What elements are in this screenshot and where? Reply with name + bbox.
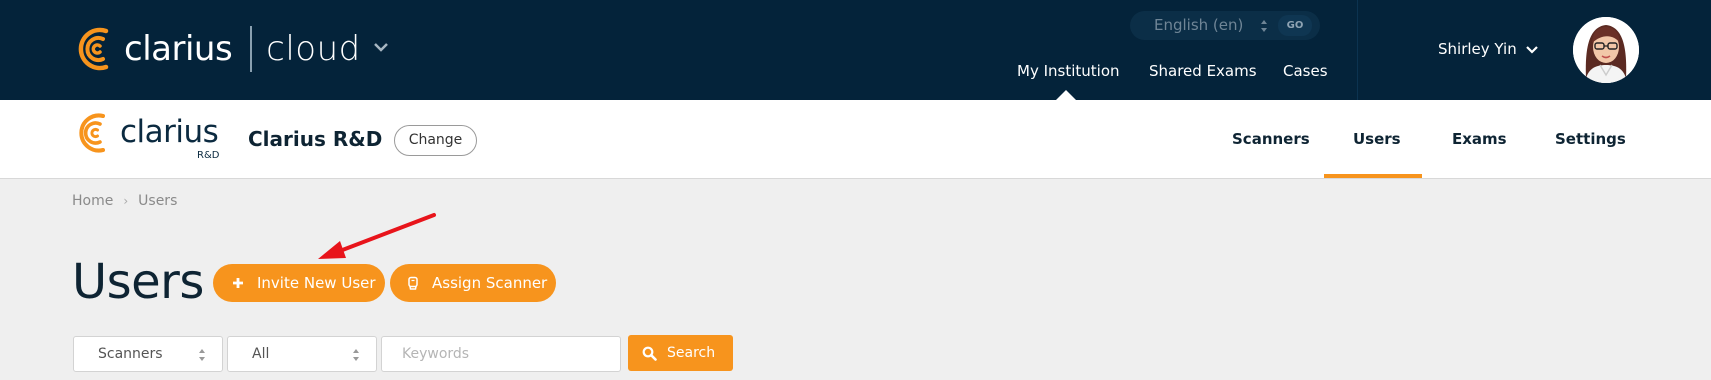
breadcrumb-chevron-icon: ›: [123, 194, 129, 208]
nav-my-institution[interactable]: My Institution: [1017, 62, 1120, 80]
type-filter-select[interactable]: Scanners: [73, 336, 223, 372]
nav-shared-exams[interactable]: Shared Exams: [1149, 62, 1257, 80]
top-navigation-bar: clarius cloud English (en) GO My Institu…: [0, 0, 1711, 100]
language-go-button[interactable]: GO: [1278, 15, 1312, 36]
assign-button-label: Assign Scanner: [432, 274, 548, 292]
logo-subtitle: R&D: [197, 150, 220, 161]
search-icon: [642, 346, 657, 361]
tab-settings[interactable]: Settings: [1555, 130, 1626, 148]
select-arrows-icon: [199, 349, 205, 361]
breadcrumb: Home › Users: [72, 193, 177, 209]
user-avatar-illustration-icon: [1573, 17, 1639, 83]
user-name: Shirley Yin: [1438, 40, 1517, 58]
search-button-label: Search: [667, 345, 716, 361]
page-title: Users: [72, 254, 204, 310]
keyword-search-input[interactable]: [381, 336, 621, 372]
tab-exams[interactable]: Exams: [1452, 130, 1507, 148]
tab-scanners[interactable]: Scanners: [1232, 130, 1310, 148]
select-arrows-icon: [1261, 20, 1267, 32]
avatar[interactable]: [1573, 17, 1639, 83]
institution-bar: clarius R&D Clarius R&D Change Scanners …: [0, 100, 1711, 179]
user-menu[interactable]: Shirley Yin: [1438, 40, 1538, 58]
nav-cases[interactable]: Cases: [1283, 62, 1328, 80]
annotation-arrow: [318, 213, 436, 259]
invite-button-label: Invite New User: [257, 274, 376, 292]
product-name: cloud: [266, 29, 361, 69]
active-tab-underline: [1324, 174, 1422, 178]
plus-icon: [233, 278, 243, 288]
tab-users[interactable]: Users: [1353, 130, 1401, 148]
logo-wordmark: clarius: [124, 29, 233, 69]
search-button[interactable]: Search: [628, 335, 733, 371]
clarius-logo-mark-icon: [78, 27, 109, 71]
change-institution-button[interactable]: Change: [394, 125, 477, 156]
clarius-logo-mark-icon: [79, 113, 105, 153]
institution-name: Clarius R&D: [248, 127, 383, 151]
logo-wordmark: clarius: [120, 114, 219, 150]
status-filter-select[interactable]: All: [227, 336, 377, 372]
breadcrumb-home[interactable]: Home: [72, 193, 113, 209]
type-filter-value: Scanners: [98, 346, 163, 362]
active-nav-indicator: [1056, 90, 1076, 100]
breadcrumb-current: Users: [138, 193, 178, 209]
chevron-down-icon[interactable]: [372, 40, 390, 54]
institution-logo: clarius R&D: [72, 110, 232, 164]
scanner-icon: [408, 276, 418, 290]
topbar-divider: [1357, 0, 1358, 100]
assign-scanner-button[interactable]: Assign Scanner: [390, 264, 556, 302]
clarius-cloud-logo[interactable]: clarius cloud: [72, 24, 361, 74]
language-picker: English (en) GO: [1130, 11, 1320, 40]
logo-divider: [250, 26, 253, 72]
select-arrows-icon: [353, 349, 359, 361]
invite-new-user-button[interactable]: Invite New User: [213, 264, 385, 302]
chevron-down-icon: [1525, 45, 1538, 54]
status-filter-value: All: [252, 346, 270, 362]
language-select[interactable]: English (en): [1130, 11, 1275, 40]
